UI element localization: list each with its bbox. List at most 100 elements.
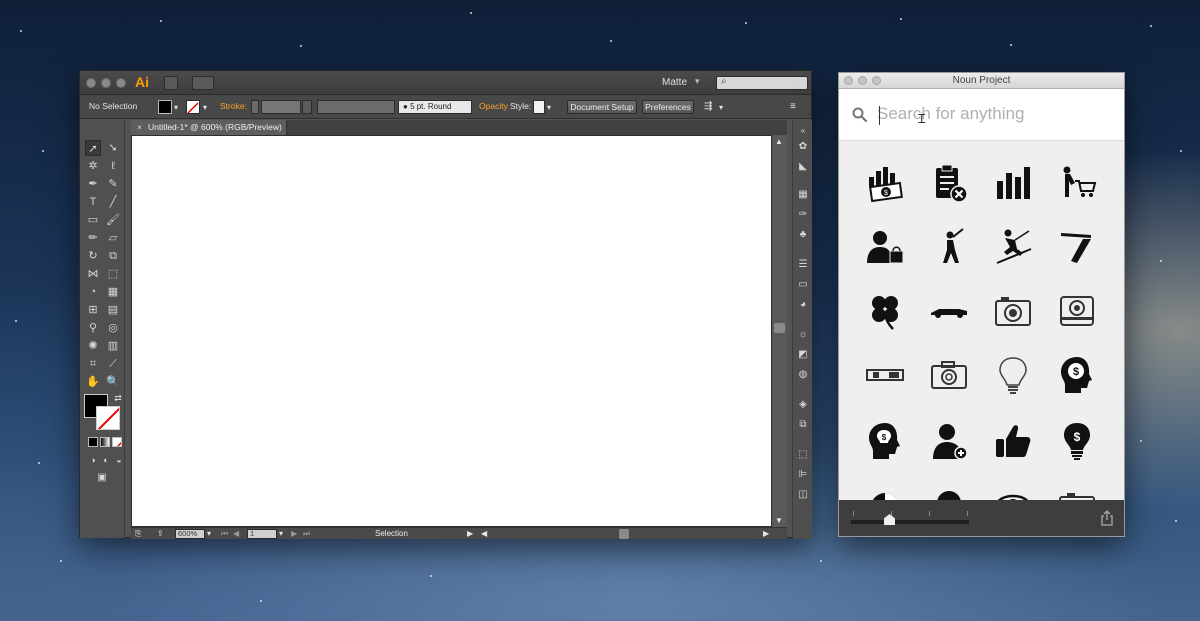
stroke-color-swatch[interactable] [186, 100, 200, 114]
hand-tool-icon[interactable]: ✋ [85, 374, 101, 390]
artboard-canvas[interactable] [131, 135, 772, 527]
status-menu-icon[interactable]: ▶ [467, 529, 473, 538]
last-artboard-icon[interactable]: ⏭ [303, 529, 310, 539]
chevron-down-icon[interactable]: ▾ [207, 529, 211, 538]
symbol-sprayer-tool-icon[interactable]: ✺ [85, 338, 101, 354]
slice-tool-icon[interactable]: ⟋ [105, 356, 121, 372]
pathfinder-icon[interactable]: ◫ [796, 488, 810, 502]
lightbulb-money-icon[interactable]: $ [1057, 421, 1097, 461]
chevron-down-icon[interactable]: ▾ [279, 529, 283, 538]
graphic-styles-icon[interactable]: ◩ [796, 348, 810, 362]
gradient-mode-icon[interactable] [100, 437, 110, 447]
free-transform-tool-icon[interactable]: ⬚ [105, 266, 121, 282]
scroll-right-icon[interactable]: ▶ [763, 529, 769, 538]
chevron-down-icon[interactable]: ▾ [719, 103, 723, 112]
polaroid-camera-icon[interactable] [1057, 291, 1097, 331]
swatches-icon[interactable]: ▦ [796, 188, 810, 202]
export-icon[interactable]: ⇪ [157, 529, 164, 538]
graphic-style-swatch[interactable] [533, 100, 545, 114]
direct-selection-tool-icon[interactable]: ➘ [105, 140, 121, 156]
camera-outline-icon[interactable] [929, 355, 969, 395]
color-icon[interactable]: ◣ [796, 160, 810, 174]
curvature-tool-icon[interactable]: ✎ [105, 176, 121, 192]
blend-tool-icon[interactable]: ◎ [105, 320, 121, 336]
collapse-dock-icon[interactable]: « [796, 124, 810, 138]
draw-inside-icon[interactable]: ◒ [111, 452, 127, 468]
mesh-tool-icon[interactable]: ⊞ [85, 302, 101, 318]
scale-tool-icon[interactable]: ⧉ [105, 248, 121, 264]
camera-icon[interactable] [993, 291, 1033, 331]
arrange-documents-icon[interactable] [192, 76, 214, 90]
gradient-icon[interactable]: ▭ [796, 278, 810, 292]
none-mode-icon[interactable] [112, 437, 122, 447]
stroke-weight-dropdown[interactable] [302, 100, 312, 114]
zoom-window-button[interactable] [116, 78, 126, 88]
current-tool-status[interactable]: Selection [375, 528, 408, 540]
zoom-tool-icon[interactable]: 🔍 [105, 374, 121, 390]
artboards-icon[interactable]: ⧉ [796, 418, 810, 432]
panoramic-camera-icon[interactable] [865, 355, 905, 395]
thumbs-up-icon[interactable] [993, 421, 1033, 461]
add-person-icon[interactable] [929, 421, 969, 461]
panel-menu-icon[interactable]: ≡ [790, 101, 796, 112]
eraser-tool-icon[interactable]: ▱ [105, 230, 121, 246]
four-leaf-clover-icon[interactable] [865, 291, 905, 331]
screen-mode-icon[interactable]: ▣ [94, 470, 110, 486]
stroke-label[interactable]: Stroke: [220, 101, 247, 111]
gradient-tool-icon[interactable]: ▤ [105, 302, 121, 318]
next-artboard-icon[interactable]: ▶ [291, 529, 297, 538]
rotate-tool-icon[interactable]: ↻ [85, 248, 101, 264]
artboard-navigation-icon[interactable]: ⎘ [135, 529, 141, 539]
brushes-icon[interactable]: ✑ [796, 208, 810, 222]
arrange-icon[interactable]: ⇶ [704, 101, 712, 112]
person-shopping-bag-icon[interactable] [865, 227, 905, 267]
close-window-button[interactable] [86, 78, 96, 88]
shopping-cart-person-icon[interactable] [1057, 163, 1097, 203]
chevron-down-icon[interactable]: ▾ [547, 103, 551, 112]
help-search-input[interactable]: ⌕ [716, 76, 808, 90]
scroll-up-icon[interactable]: ▲ [775, 137, 783, 146]
head-lightbulb-money-icon[interactable]: $ [865, 421, 905, 461]
clipboard-delete-icon[interactable] [929, 163, 969, 203]
noun-project-title-bar[interactable]: Noun Project [839, 73, 1124, 89]
vertical-scrollbar[interactable]: ▲ ▼ [772, 135, 787, 527]
illustrator-title-bar[interactable]: Ai Matte ▾ ⌕ [80, 71, 811, 95]
chevron-down-icon[interactable]: ▾ [174, 103, 178, 112]
search-input[interactable] [877, 102, 1107, 126]
transparency-icon[interactable]: ◕ [796, 298, 810, 312]
straight-razor-icon[interactable] [1057, 227, 1097, 267]
transform-icon[interactable]: ⬚ [796, 448, 810, 462]
lightbulb-icon[interactable] [993, 355, 1033, 395]
preferences-button[interactable]: Preferences [642, 100, 694, 114]
bar-chart-icon[interactable] [993, 163, 1033, 203]
skier-icon[interactable] [993, 227, 1033, 267]
stroke-weight-stepper[interactable] [251, 100, 259, 114]
align-icon[interactable]: ⊫ [796, 468, 810, 482]
swap-colors-icon[interactable]: ⇄ [110, 390, 126, 406]
pen-tool-icon[interactable]: ✒ [85, 176, 101, 192]
close-tab-icon[interactable]: × [137, 122, 142, 132]
money-stats-icon[interactable]: $ [865, 163, 905, 203]
race-car-icon[interactable] [929, 291, 969, 331]
document-setup-button[interactable]: Document Setup [567, 100, 637, 114]
perspective-grid-tool-icon[interactable]: ▦ [105, 284, 121, 300]
head-money-icon[interactable]: $ [1057, 355, 1097, 395]
symbols-icon[interactable]: ♣ [796, 228, 810, 242]
horizontal-scroll-thumb[interactable] [619, 529, 629, 539]
rectangle-tool-icon[interactable]: ▭ [85, 212, 101, 228]
selection-tool-icon[interactable]: ➚ [85, 140, 101, 156]
fill-color-swatch[interactable] [158, 100, 172, 114]
icon-size-slider[interactable] [851, 520, 969, 524]
shape-builder-tool-icon[interactable]: ◔ [85, 284, 101, 300]
baseball-batter-icon[interactable] [929, 227, 969, 267]
first-artboard-icon[interactable]: ⏮ [221, 529, 228, 539]
vertical-scroll-thumb[interactable] [774, 323, 785, 333]
opacity-label[interactable]: Opacity [479, 101, 508, 111]
color-guide-icon[interactable]: ✿ [796, 140, 810, 154]
lasso-tool-icon[interactable]: ℓ [105, 158, 121, 174]
column-graph-tool-icon[interactable]: ▥ [105, 338, 121, 354]
artboard-number-input[interactable]: 1 [247, 529, 277, 539]
previous-artboard-icon[interactable]: ◀ [233, 529, 239, 538]
stroke-swatch[interactable] [96, 406, 120, 430]
bridge-icon[interactable] [164, 76, 178, 90]
